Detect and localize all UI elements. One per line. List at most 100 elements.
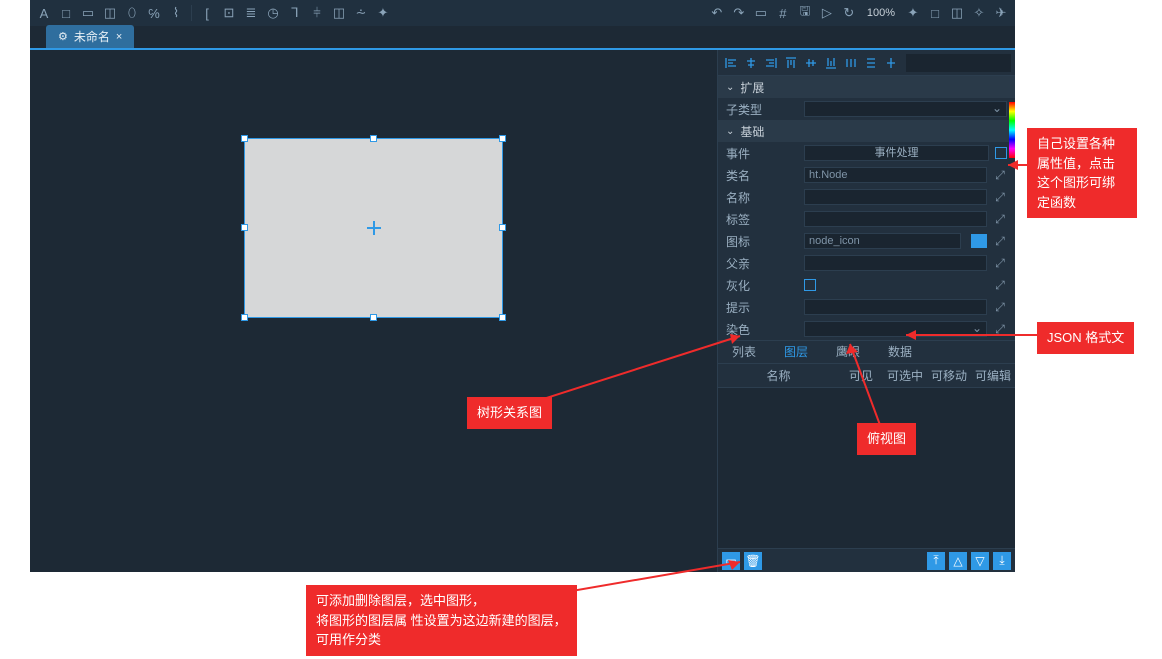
name-input[interactable] <box>804 189 987 205</box>
undo-icon[interactable]: ↶ <box>707 3 727 23</box>
layer-footer: ▭ 🗑 ⤒ △ ▽ ⤓ <box>718 548 1015 572</box>
tab-label: 未命名 <box>74 28 110 45</box>
col-selectable: 可选中 <box>883 367 927 384</box>
align-right-icon[interactable] <box>762 54 780 72</box>
align-bottom-icon[interactable] <box>822 54 840 72</box>
resize-handle-sw[interactable] <box>241 314 248 321</box>
section-extension[interactable]: ⌄ 扩展 <box>718 76 1015 98</box>
resize-handle-n[interactable] <box>370 135 377 142</box>
align-final-icon[interactable] <box>882 54 900 72</box>
tool-layout-icon[interactable]: ⊡ <box>219 3 239 23</box>
resize-handle-e[interactable] <box>499 224 506 231</box>
resize-handle-s[interactable] <box>370 314 377 321</box>
tag-input[interactable] <box>804 211 987 227</box>
panel-subtabs: 列表 图层 鹰眼 数据 <box>718 340 1015 364</box>
save-icon[interactable]: 🖫 <box>795 3 815 23</box>
tool-chart-icon[interactable]: ⫩ <box>307 3 327 23</box>
link-icon[interactable]: ⤢ <box>993 256 1007 271</box>
dye-select[interactable] <box>804 321 987 337</box>
prop-label: 父亲 <box>726 255 798 272</box>
distribute-h-icon[interactable] <box>842 54 860 72</box>
move-top-button[interactable]: ⤒ <box>927 552 945 570</box>
canvas[interactable] <box>30 50 717 572</box>
bounds-icon[interactable]: ▭ <box>751 3 771 23</box>
tool-card-icon[interactable]: ▭ <box>78 3 98 23</box>
class-input[interactable]: ht.Node <box>804 167 987 183</box>
toolbar-right: ↶ ↷ ▭ # 🖫 ▷ ↻ 100% ✦ □ ◫ ✧ ✈ <box>707 3 1011 23</box>
subtab-list[interactable]: 列表 <box>718 340 770 364</box>
event-checkbox[interactable] <box>995 147 1007 159</box>
tool-rect-icon[interactable]: □ <box>56 3 76 23</box>
resize-handle-w[interactable] <box>241 224 248 231</box>
file-tab[interactable]: ⚙ 未命名 × <box>46 25 134 48</box>
distribute-v-icon[interactable] <box>862 54 880 72</box>
tool-ruler-icon[interactable]: ⅂ <box>285 3 305 23</box>
resize-handle-ne[interactable] <box>499 135 506 142</box>
link-icon[interactable]: ⤢ <box>993 300 1007 315</box>
move-icon[interactable]: ✧ <box>969 3 989 23</box>
align-vcenter-icon[interactable] <box>802 54 820 72</box>
subtype-select[interactable] <box>804 101 1007 117</box>
tool-text-icon[interactable]: A <box>34 3 54 23</box>
layer-list[interactable] <box>718 388 1015 548</box>
image-input[interactable]: node_icon <box>804 233 961 249</box>
subtab-eagle[interactable]: 鹰眼 <box>822 340 874 364</box>
layer-header: 名称 可见 可选中 可移动 可编辑 <box>718 364 1015 388</box>
link-icon[interactable]: ⤢ <box>993 234 1007 249</box>
link-icon[interactable]: ⤢ <box>993 212 1007 227</box>
tool-list-icon[interactable]: ≣ <box>241 3 261 23</box>
prop-label: 子类型 <box>726 101 798 118</box>
refresh-icon[interactable]: ↻ <box>839 3 859 23</box>
subtab-data[interactable]: 数据 <box>874 340 926 364</box>
tool-frame-icon[interactable]: ◫ <box>329 3 349 23</box>
align-hcenter-icon[interactable] <box>742 54 760 72</box>
subtab-layer[interactable]: 图层 <box>770 340 822 364</box>
redo-icon[interactable]: ↷ <box>729 3 749 23</box>
prop-hint: 提示 ⤢ <box>718 296 1015 318</box>
actual-icon[interactable]: ◫ <box>947 3 967 23</box>
delete-layer-button[interactable]: 🗑 <box>744 552 762 570</box>
add-layer-button[interactable]: ▭ <box>722 552 740 570</box>
tool-oval-icon[interactable]: ⬯ <box>122 3 142 23</box>
link-icon[interactable]: ⤢ <box>993 190 1007 205</box>
tool-cloud-icon[interactable]: ℅ <box>144 3 164 23</box>
tool-flow-icon[interactable]: ⩪ <box>351 3 371 23</box>
tool-clock-icon[interactable]: ◷ <box>263 3 283 23</box>
plane-icon[interactable]: ✈ <box>991 3 1011 23</box>
tool-align-icon[interactable]: [ <box>197 3 217 23</box>
link-icon[interactable]: ⤢ <box>993 322 1007 337</box>
close-icon[interactable]: × <box>116 31 122 43</box>
move-down-button[interactable]: ▽ <box>971 552 989 570</box>
prop-label: 灰化 <box>726 277 798 294</box>
hue-strip[interactable] <box>1009 102 1015 158</box>
resize-handle-nw[interactable] <box>241 135 248 142</box>
link-icon[interactable]: ⤢ <box>993 168 1007 183</box>
move-bottom-button[interactable]: ⤓ <box>993 552 1011 570</box>
tool-split-icon[interactable]: ◫ <box>100 3 120 23</box>
event-handler-button[interactable]: 事件处理 <box>804 145 989 161</box>
align-top-icon[interactable] <box>782 54 800 72</box>
align-spacer <box>906 54 1011 72</box>
play-icon[interactable]: ▷ <box>817 3 837 23</box>
gray-checkbox[interactable] <box>804 279 816 291</box>
image-picker-icon[interactable] <box>971 234 987 248</box>
parent-input[interactable] <box>804 255 987 271</box>
fit-icon[interactable]: □ <box>925 3 945 23</box>
grid-icon[interactable]: # <box>773 3 793 23</box>
tool-fan-icon[interactable]: ✦ <box>373 3 393 23</box>
resize-handle-se[interactable] <box>499 314 506 321</box>
center-icon[interactable]: ✦ <box>903 3 923 23</box>
hint-input[interactable] <box>804 299 987 315</box>
chevron-down-icon: ⌄ <box>726 82 734 93</box>
link-icon[interactable]: ⤢ <box>993 278 1007 293</box>
col-editable: 可编辑 <box>971 367 1015 384</box>
prop-class: 类名 ht.Node ⤢ <box>718 164 1015 186</box>
zoom-level[interactable]: 100% <box>861 7 901 19</box>
align-left-icon[interactable] <box>722 54 740 72</box>
section-basic[interactable]: ⌄ 基础 <box>718 120 1015 142</box>
tool-curve-icon[interactable]: ⌇ <box>166 3 186 23</box>
selected-node[interactable] <box>244 138 503 318</box>
chevron-down-icon: ⌄ <box>726 126 734 137</box>
move-up-button[interactable]: △ <box>949 552 967 570</box>
anchor-icon[interactable] <box>367 221 381 235</box>
